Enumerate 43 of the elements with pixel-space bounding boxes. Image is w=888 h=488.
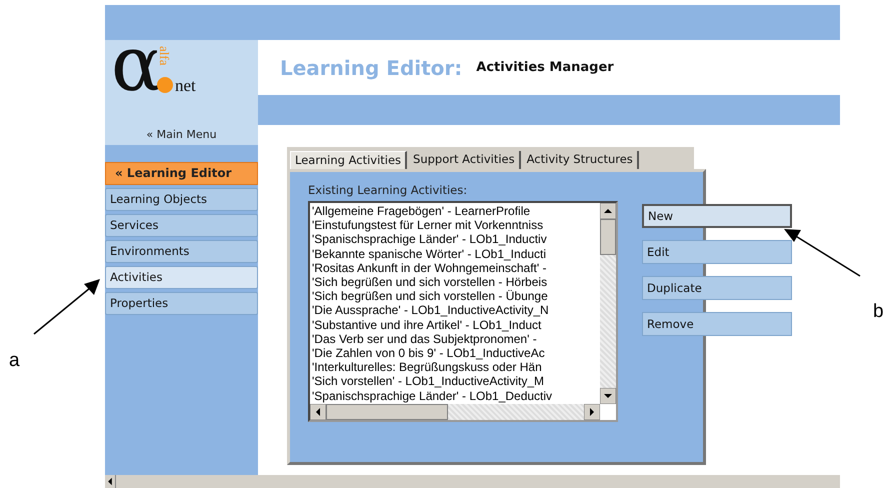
list-item[interactable]: 'Sich begrüßen und sich vorstellen - Übunge <box>312 289 598 304</box>
action-button[interactable]: Edit <box>642 240 792 264</box>
action-button[interactable]: New <box>642 204 792 228</box>
action-button[interactable]: Duplicate <box>642 276 792 300</box>
scroll-down-icon[interactable] <box>600 388 616 404</box>
activities-list[interactable] <box>308 201 618 422</box>
tab[interactable]: Learning Activities <box>290 151 408 169</box>
logo-suffix: net <box>175 76 196 96</box>
scroll-right-icon[interactable] <box>584 404 600 420</box>
sidebar-item[interactable]: Activities <box>105 266 258 289</box>
main-menu-link[interactable]: « Main Menu <box>105 125 258 145</box>
list-item[interactable]: 'Allgemeine Fragebögen' - LearnerProfile <box>312 204 598 218</box>
list-item[interactable]: 'Die Aussprache' - LOb1_InductiveActivity_N <box>312 303 598 318</box>
scroll-up-icon[interactable] <box>600 203 616 219</box>
list-item[interactable]: 'Die Zahlen von 0 bis 9' - LOb1_InductiveAc <box>312 346 598 360</box>
list-item[interactable]: 'Interkulturelles: Begrüßungskuss oder Hän <box>312 360 598 374</box>
list-item[interactable]: 'Sich vorstellen' - LOb1_InductiveActivity_M <box>312 374 598 389</box>
vertical-scrollbar[interactable] <box>600 203 616 404</box>
logo-vertical-text: alfa <box>157 46 172 66</box>
list-item[interactable]: 'Substantive und ihre Artikel' - LOb1_Induct <box>312 318 598 332</box>
list-item[interactable]: 'Einstufungstest für Lerner mit Vorkenntniss <box>312 218 598 232</box>
sidebar-item[interactable]: Learning Objects <box>105 188 258 211</box>
list-item[interactable]: 'Sich begrüßen und sich vorstellen - Hörbeis <box>312 275 598 290</box>
list-item[interactable]: 'Rositas Ankunft in der Wohngemeinschaft' - <box>312 260 598 276</box>
page-subtitle: Activities Manager <box>476 60 614 75</box>
sidebar-item[interactable]: Properties <box>105 292 258 315</box>
dot-icon <box>157 77 173 93</box>
action-button[interactable]: Remove <box>642 312 792 336</box>
annotation-arrow <box>32 276 102 336</box>
list-item[interactable]: 'Spanischsprachige Länder' - LOb1_Deductiv <box>312 388 598 403</box>
sidebar-item[interactable]: Environments <box>105 240 258 263</box>
list-item[interactable]: 'Bekannte spanische Wörter' - LOb1_Inducti <box>312 246 598 261</box>
sidebar-item[interactable]: Services <box>105 214 258 237</box>
scroll-left-icon[interactable] <box>310 404 326 420</box>
page-title: Learning Editor: <box>280 56 462 80</box>
annotation-label: b <box>873 301 884 323</box>
list-item[interactable]: 'Das Verb ser und das Subjektpronomen' - <box>312 332 598 346</box>
annotation-label: a <box>9 350 20 372</box>
sidebar-heading[interactable]: « Learning Editor <box>105 162 258 185</box>
list-item[interactable]: 'Spanischsprachige Länder' - LOb1_Inductiv <box>312 232 598 247</box>
list-label: Existing Learning Activities: <box>308 183 468 197</box>
horizontal-scrollbar[interactable] <box>310 404 600 420</box>
page-scrollbar[interactable] <box>105 475 840 488</box>
